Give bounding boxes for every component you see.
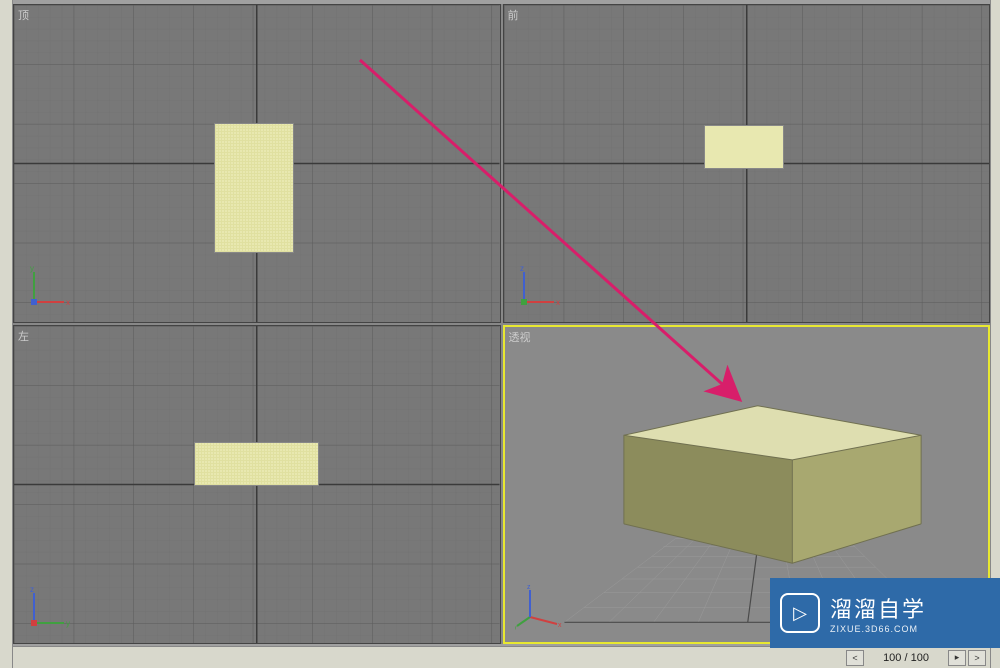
watermark-subtitle: ZIXUE.3D66.COM [830, 624, 926, 634]
viewport-left[interactable]: 左 y z [13, 325, 501, 644]
axis-gizmo-front: x z [514, 262, 564, 312]
svg-text:z: z [520, 264, 524, 273]
svg-text:z: z [30, 585, 34, 594]
object-box-top[interactable] [214, 123, 294, 253]
svg-text:x: x [558, 622, 562, 629]
status-bar: < 100 / 100 ▸ > [13, 646, 990, 668]
svg-text:z: z [527, 584, 531, 591]
viewport-label-perspective: 透视 [509, 329, 531, 345]
timeline-prev-button[interactable]: < [846, 650, 864, 666]
object-box-perspective [623, 406, 920, 564]
watermark-title: 溜溜自学 [830, 592, 926, 624]
left-toolbar-strip [0, 0, 13, 668]
viewport-label-left: 左 [18, 328, 29, 344]
viewport-top[interactable]: 顶 x y [13, 4, 501, 323]
watermark-play-icon: ▷ [780, 593, 820, 633]
svg-text:y: y [66, 619, 70, 628]
svg-text:y: y [515, 625, 517, 632]
viewport-label-front: 前 [508, 7, 519, 23]
viewport-quad: 顶 x y 前 [13, 4, 990, 644]
viewport-front[interactable]: 前 x z [503, 4, 991, 323]
axis-gizmo-perspective: x y z [515, 582, 565, 632]
axis-gizmo-top: x y [24, 262, 74, 312]
svg-text:x: x [66, 298, 70, 307]
svg-text:y: y [30, 264, 34, 273]
axis-gizmo-left: y z [24, 583, 74, 633]
right-panel-strip [990, 0, 1000, 668]
timeline-play-button[interactable]: ▸ [948, 650, 966, 666]
object-box-front[interactable] [704, 125, 784, 169]
watermark-banner: ▷ 溜溜自学 ZIXUE.3D66.COM [770, 578, 1000, 648]
frame-counter: 100 / 100 [866, 650, 946, 666]
object-box-left[interactable] [194, 442, 319, 486]
svg-text:x: x [556, 298, 560, 307]
timeline-next-button[interactable]: > [968, 650, 986, 666]
viewport-label-top: 顶 [18, 7, 29, 23]
